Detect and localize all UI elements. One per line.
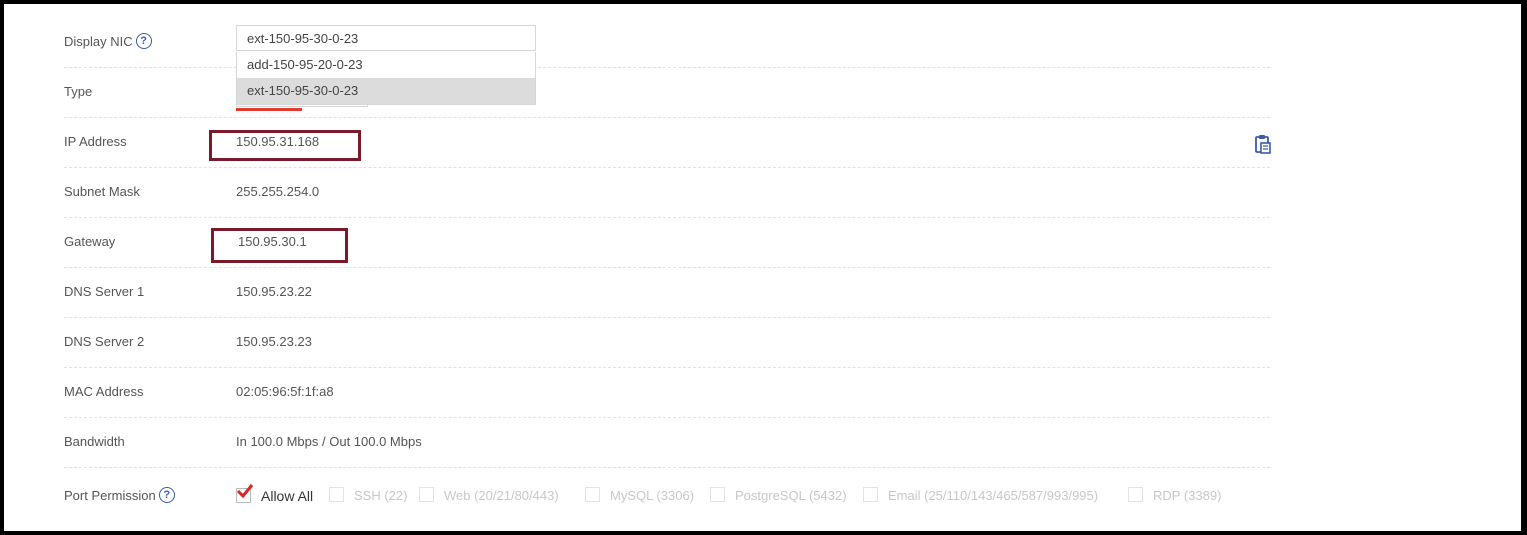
port-permission-label: Port Permission? (64, 471, 175, 521)
checkbox-email[interactable] (863, 487, 878, 503)
subnet-mask-value: 255.255.254.0 (236, 184, 320, 199)
help-icon[interactable]: ? (158, 486, 175, 503)
checkbox-allow-all[interactable] (236, 483, 254, 503)
display-nic-select[interactable]: ext-150-95-30-0-23 (236, 25, 536, 51)
display-nic-current-value: ext-150-95-30-0-23 (247, 31, 359, 46)
port-option-ssh[interactable]: SSH (22) (329, 471, 407, 521)
dns-server-2-value: 150.95.23.23 (236, 334, 312, 349)
ip-address-label: IP Address (64, 134, 127, 149)
dns-server-1-label: DNS Server 1 (64, 284, 145, 299)
mac-address-value: 02:05:96:5f:1f:a8 (236, 384, 334, 399)
row-mac-address: MAC Address 02:05:96:5f:1f:a8 (64, 367, 1270, 418)
help-icon[interactable]: ? (135, 32, 152, 49)
row-subnet-mask: Subnet Mask 255.255.254.0 (64, 167, 1270, 218)
check-icon (236, 483, 254, 499)
subnet-mask-label: Subnet Mask (64, 184, 140, 199)
checkbox-rdp[interactable] (1128, 487, 1143, 503)
row-port-permission: Port Permission? Allow All SSH (22) Web … (64, 471, 1270, 521)
gateway-highlight-box (211, 228, 348, 263)
port-option-allow-all[interactable]: Allow All (236, 471, 313, 521)
port-option-postgresql[interactable]: PostgreSQL (5432) (710, 471, 847, 521)
checkbox-mysql[interactable] (585, 487, 600, 503)
display-nic-label: Display NIC? (64, 17, 152, 67)
type-underline (236, 108, 302, 111)
clipboard-icon[interactable] (1253, 134, 1271, 154)
mac-address-label: MAC Address (64, 384, 144, 399)
type-label: Type (64, 84, 93, 99)
ip-address-highlight-box (209, 130, 361, 161)
dropdown-option[interactable]: add-150-95-20-0-23 (237, 52, 535, 78)
port-option-web[interactable]: Web (20/21/80/443) (419, 471, 559, 521)
checkbox-ssh[interactable] (329, 487, 344, 503)
row-dns-server-1: DNS Server 1 150.95.23.22 (64, 267, 1270, 318)
checkbox-postgresql[interactable] (710, 487, 725, 503)
dropdown-option-selected[interactable]: ext-150-95-30-0-23 (237, 78, 535, 104)
port-option-email[interactable]: Email (25/110/143/465/587/993/995) (863, 471, 1098, 521)
nic-settings-panel: Display NIC? Type IP Address 150.95.31.1… (4, 4, 1521, 531)
gateway-label: Gateway (64, 234, 116, 249)
row-dns-server-2: DNS Server 2 150.95.23.23 (64, 317, 1270, 368)
display-nic-dropdown: add-150-95-20-0-23 ext-150-95-30-0-23 (236, 52, 536, 105)
dns-server-2-label: DNS Server 2 (64, 334, 145, 349)
row-bandwidth: Bandwidth In 100.0 Mbps / Out 100.0 Mbps (64, 417, 1270, 468)
checkbox-web[interactable] (419, 487, 434, 503)
dns-server-1-value: 150.95.23.22 (236, 284, 312, 299)
bandwidth-label: Bandwidth (64, 434, 125, 449)
bandwidth-value: In 100.0 Mbps / Out 100.0 Mbps (236, 434, 422, 449)
port-option-mysql[interactable]: MySQL (3306) (585, 471, 694, 521)
port-option-rdp[interactable]: RDP (3389) (1128, 471, 1221, 521)
